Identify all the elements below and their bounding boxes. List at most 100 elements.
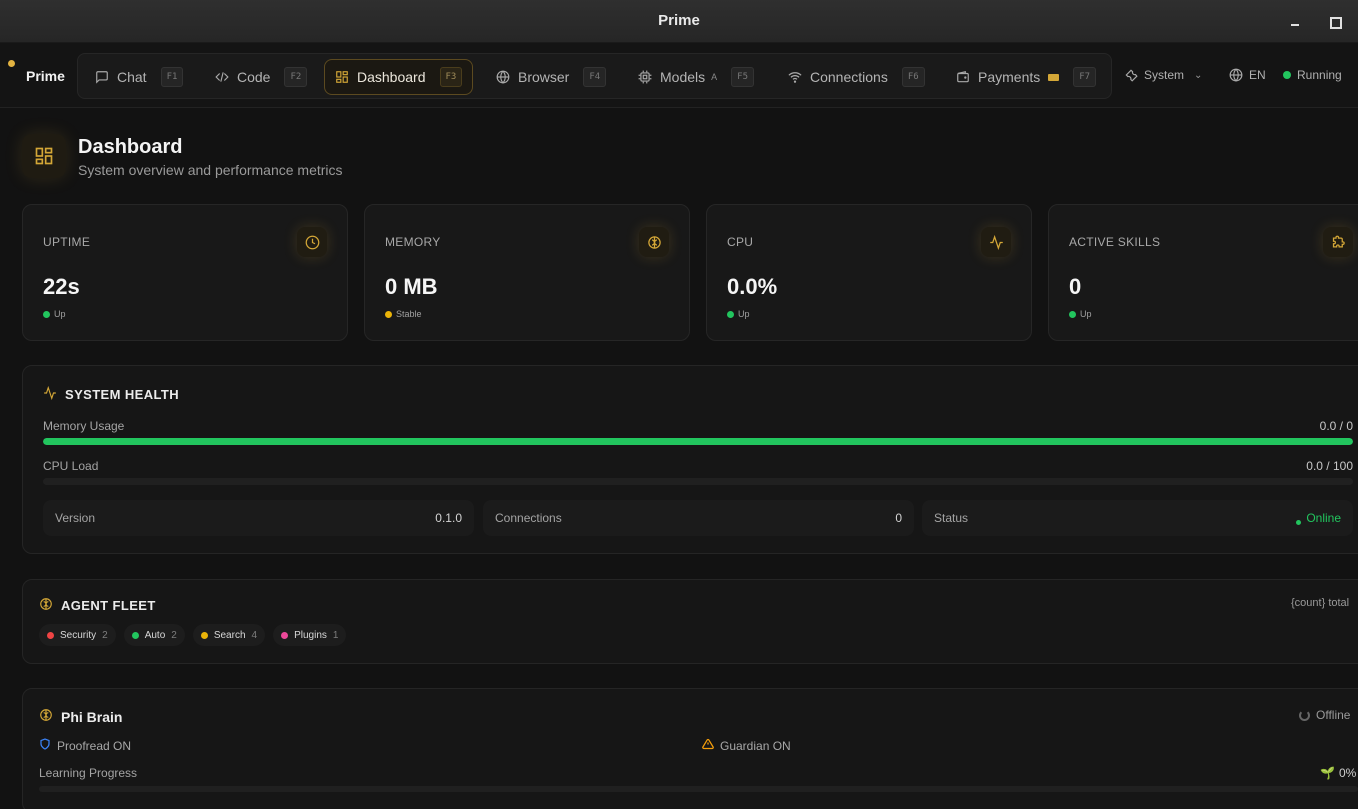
brain-icon <box>639 227 669 257</box>
agent-fleet-total: {count} total <box>1291 597 1350 609</box>
stat-value: 22s <box>43 274 80 299</box>
info-connections-key: Connections <box>495 511 562 525</box>
learning-progress-label: Learning Progress <box>39 766 138 780</box>
page-title: Dashboard <box>78 136 183 158</box>
running-status: Running <box>1283 68 1342 82</box>
tab-dashboard-label: Dashboard <box>357 69 426 85</box>
maximize-button[interactable] <box>1325 12 1343 30</box>
stat-trend: Up <box>727 309 750 319</box>
info-version: Version 0.1.0 <box>43 500 474 536</box>
cpu-load-value: 0.0 / 100 <box>1306 459 1353 473</box>
info-status-value: Online <box>1296 511 1341 525</box>
info-version-value: 0.1.0 <box>435 511 462 525</box>
stat-card-memory: MEMORY 0 MB Stable <box>364 204 690 341</box>
tab-connections-label: Connections <box>810 69 888 85</box>
chip-search[interactable]: Search 4 <box>192 624 266 646</box>
tab-code-label: Code <box>237 69 271 85</box>
info-status: Status Online <box>922 500 1353 536</box>
tab-dashboard-shortcut: F3 <box>439 67 463 87</box>
chip-label: Plugins <box>294 629 327 641</box>
stat-value: 0.0% <box>727 274 778 299</box>
chip-label: Security <box>60 629 97 641</box>
globe-icon <box>496 70 510 84</box>
tab-models-label: Models <box>660 69 706 85</box>
tab-connections[interactable]: Connections F6 <box>777 59 936 95</box>
tab-payments-shortcut: F7 <box>1073 67 1097 87</box>
chip-auto[interactable]: Auto 2 <box>123 624 185 646</box>
running-status-label: Running <box>1297 68 1342 82</box>
tab-payments-label: Payments <box>978 69 1041 85</box>
info-version-key: Version <box>55 511 96 525</box>
tab-browser[interactable]: Browser F4 <box>485 59 617 95</box>
phi-brain-label: Phi Brain <box>61 708 123 725</box>
wallet-icon <box>956 70 970 84</box>
phi-brain-title: Phi Brain <box>39 708 122 725</box>
minimize-button[interactable] <box>1286 12 1304 30</box>
cpu-load-label: CPU Load <box>43 459 99 473</box>
top-navbar: Prime Chat F1 Code F2 Dashboard F3 Brows… <box>0 43 1358 108</box>
dashboard-icon <box>22 134 66 178</box>
stat-card-cpu: CPU 0.0% Up <box>706 204 1032 341</box>
puzzle-icon <box>1323 227 1353 257</box>
stat-label: MEMORY <box>385 235 441 249</box>
tab-chat[interactable]: Chat F1 <box>84 59 194 95</box>
cpu-load-bar <box>43 478 1353 485</box>
info-status-key: Status <box>934 511 969 525</box>
chip-count: 2 <box>171 629 177 641</box>
online-dot <box>1296 519 1302 525</box>
chip-dot <box>281 631 289 639</box>
trend-dot <box>1069 310 1076 318</box>
chip-label: Search <box>213 629 246 641</box>
brand-name[interactable]: Prime <box>26 68 65 84</box>
memory-usage-value: 0.0 / 0 <box>1319 419 1353 433</box>
trend-dot <box>727 310 734 318</box>
learning-progress-bar <box>39 786 1358 792</box>
guardian-label: Guardian ON <box>720 738 791 753</box>
tab-models[interactable]: Models A F5 <box>627 59 765 95</box>
system-menu-label: System <box>1144 68 1185 82</box>
page-subtitle: System overview and performance metrics <box>78 162 343 178</box>
agent-fleet-label: AGENT FLEET <box>61 598 156 613</box>
chip-plugins[interactable]: Plugins 1 <box>273 624 347 646</box>
shield-icon <box>39 738 51 753</box>
chip-label: Auto <box>144 629 166 641</box>
globe-icon <box>1229 68 1243 82</box>
system-menu[interactable]: System ⌄ <box>1124 68 1202 82</box>
proofread-label: Proofread ON <box>57 738 132 753</box>
learning-progress-value: 🌱 0% <box>1320 766 1356 780</box>
tab-dashboard[interactable]: Dashboard F3 <box>324 59 474 95</box>
stat-trend-label: Up <box>54 309 66 319</box>
stat-card-uptime: UPTIME 22s Up <box>22 204 348 341</box>
trend-dot <box>43 310 50 318</box>
system-health-title: SYSTEM HEALTH <box>43 385 179 403</box>
phi-status: Offline <box>1299 708 1350 722</box>
window-title: Prime <box>658 12 700 29</box>
wrench-icon <box>1124 68 1138 82</box>
proofread-flag: Proofread ON <box>39 738 131 753</box>
chip-dot <box>200 631 208 639</box>
brand-status-dot <box>8 60 15 67</box>
seedling-icon: 🌱 <box>1320 766 1335 780</box>
memory-usage-label: Memory Usage <box>43 419 125 433</box>
tab-code[interactable]: Code F2 <box>204 59 318 95</box>
memory-usage-fill <box>43 438 1353 445</box>
stat-value: 0 MB <box>385 274 438 299</box>
nav-tabs: Chat F1 Code F2 Dashboard F3 Browser F4 … <box>77 53 1112 99</box>
stat-label: CPU <box>727 235 754 249</box>
chip-security[interactable]: Security 2 <box>39 624 116 646</box>
tab-payments[interactable]: Payments F7 <box>945 59 1107 95</box>
brain-icon <box>39 597 53 614</box>
agent-fleet-title: AGENT FLEET <box>39 597 156 614</box>
agent-fleet-panel <box>22 579 1358 664</box>
stat-trend-label: Up <box>738 309 750 319</box>
memory-usage-bar <box>43 438 1353 445</box>
code-icon <box>215 70 229 84</box>
chip-dot <box>47 631 54 639</box>
info-status-text: Online <box>1306 511 1341 525</box>
learning-progress-text: 0% <box>1338 766 1357 780</box>
cpu-icon <box>638 70 652 84</box>
activity-icon <box>981 227 1011 257</box>
stat-trend: Stable <box>385 309 422 319</box>
info-connections-value: 0 <box>895 511 902 525</box>
language-selector[interactable]: EN <box>1229 68 1266 82</box>
